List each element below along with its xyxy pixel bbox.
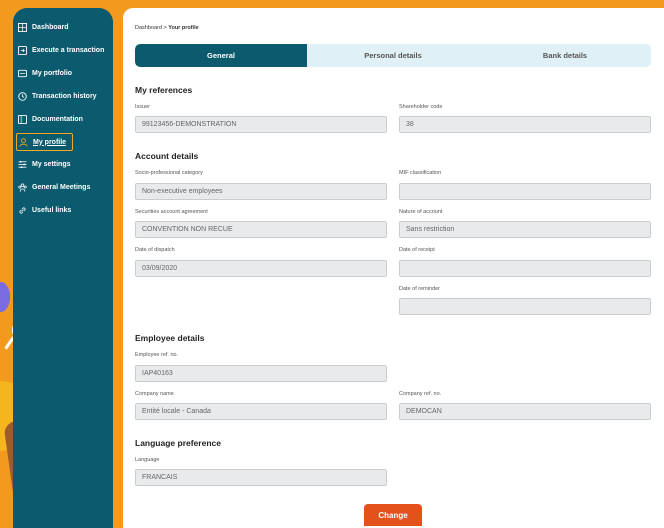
transaction-icon (18, 45, 27, 55)
date-of-receipt-field[interactable] (399, 260, 651, 277)
shareholder-code-field[interactable]: 38 (399, 116, 651, 133)
sidebar-item-dashboard[interactable]: Dashboard (18, 19, 108, 35)
employee-ref-field[interactable]: IAP40163 (135, 365, 387, 382)
breadcrumb-separator: > (163, 25, 167, 31)
history-icon (18, 91, 27, 101)
issuer-label: Issuer (135, 104, 150, 110)
documentation-icon (18, 114, 27, 124)
sidebar-item-settings[interactable]: My settings (18, 156, 108, 172)
mif-classification-label: MIF classification (399, 170, 442, 176)
company-name-label: Company name (135, 391, 174, 397)
sidebar-item-useful-links[interactable]: Useful links (18, 202, 108, 218)
date-of-dispatch-label: Date of dispatch (135, 247, 175, 253)
tab-bank-details[interactable]: Bank details (479, 44, 651, 67)
section-title-references: My references (135, 85, 193, 95)
sidebar-item-label: Execute a transaction (32, 46, 105, 54)
nature-of-account-field[interactable]: Sans restriction (399, 221, 651, 238)
socio-category-label: Socio-professional category (135, 170, 203, 176)
shareholder-code-label: Shareholder code (399, 104, 443, 110)
sidebar-item-label: My settings (32, 160, 71, 168)
breadcrumb-current: Your profile (168, 25, 199, 31)
sidebar-item-label: Useful links (32, 206, 72, 214)
breadcrumb-root[interactable]: Dashboard (135, 25, 162, 31)
sidebar-item-label: My profile (33, 138, 67, 146)
settings-icon (18, 160, 27, 168)
date-of-receipt-label: Date of receipt (399, 247, 435, 253)
profile-tabs: General Personal details Bank details (135, 44, 651, 67)
portfolio-icon (18, 69, 27, 77)
link-icon (19, 206, 26, 214)
socio-category-field[interactable]: Non-executive employees (135, 183, 387, 200)
date-of-reminder-label: Date of reminder (399, 286, 440, 292)
company-ref-field[interactable]: DEMOCAN (399, 403, 651, 420)
date-of-dispatch-field[interactable]: 03/09/2020 (135, 260, 387, 277)
profile-panel: Dashboard > Your profile General Persona… (123, 8, 664, 528)
securities-agreement-label: Securities account agreement (135, 209, 208, 215)
employee-ref-label: Employee ref. no. (135, 352, 179, 358)
mif-classification-field[interactable] (399, 183, 651, 200)
sidebar-item-label: My portfolio (32, 69, 73, 77)
sidebar-item-label: Documentation (32, 115, 83, 123)
company-name-field[interactable]: Entité locale - Canada (135, 403, 387, 420)
tab-personal-details[interactable]: Personal details (307, 44, 479, 67)
sidebar-item-label: General Meetings (32, 183, 91, 191)
nature-of-account-label: Nature of account (399, 209, 443, 215)
language-label: Language (135, 457, 160, 463)
sidebar: Dashboard Execute a transaction My portf… (13, 8, 113, 528)
sidebar-item-label: Transaction history (32, 92, 97, 100)
section-title-language: Language preference (135, 438, 221, 448)
securities-agreement-field[interactable]: CONVENTION NON RECUE (135, 221, 387, 238)
language-field[interactable]: FRANCAIS (135, 469, 387, 486)
meetings-icon (18, 182, 27, 192)
sidebar-item-my-profile[interactable]: My profile (16, 133, 73, 151)
sidebar-item-execute-transaction[interactable]: Execute a transaction (18, 42, 108, 58)
sidebar-item-portfolio[interactable]: My portfolio (18, 65, 108, 81)
sidebar-item-label: Dashboard (32, 23, 69, 31)
change-button[interactable]: Change (364, 504, 422, 526)
date-of-reminder-field[interactable] (399, 298, 651, 315)
sidebar-item-transaction-history[interactable]: Transaction history (18, 88, 108, 104)
profile-icon (19, 137, 28, 147)
section-title-employee: Employee details (135, 333, 205, 343)
sidebar-item-general-meetings[interactable]: General Meetings (18, 179, 108, 195)
company-ref-label: Company ref. no. (399, 391, 442, 397)
section-title-account: Account details (135, 151, 199, 161)
dashboard-icon (18, 22, 27, 32)
sidebar-item-documentation[interactable]: Documentation (18, 111, 108, 127)
breadcrumb: Dashboard > Your profile (135, 25, 199, 31)
tab-general[interactable]: General (135, 44, 307, 67)
issuer-field[interactable]: 99123456-DEMONSTRATION (135, 116, 387, 133)
